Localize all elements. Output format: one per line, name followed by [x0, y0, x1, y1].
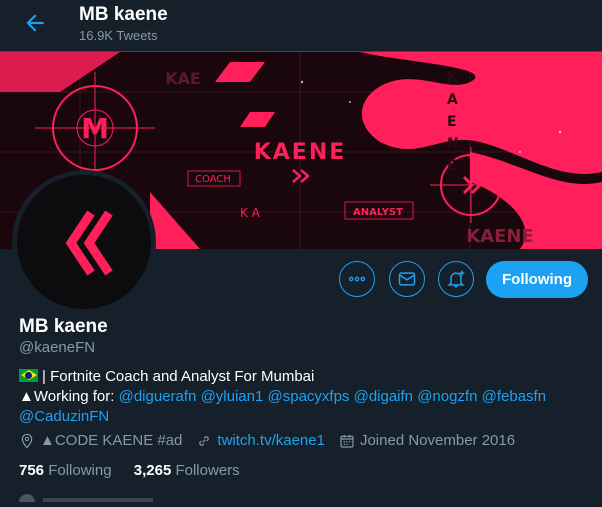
link-icon	[199, 435, 210, 446]
banner-bottom-text: KAENE	[466, 226, 534, 247]
followed-by-row	[19, 489, 219, 507]
more-button[interactable]	[339, 261, 375, 297]
location-pin-icon	[21, 433, 33, 449]
website-item: twitch.tv/kaene1	[196, 432, 325, 449]
page-title: MB kaene	[79, 4, 168, 25]
mention-link[interactable]: @yluian1	[201, 388, 264, 405]
joined-item: Joined November 2016	[339, 432, 515, 449]
banner-m-letter: M	[81, 112, 109, 145]
profile-handle: @kaeneFN	[19, 339, 96, 356]
location-item: ▲CODE KAENE #ad	[19, 432, 182, 449]
envelope-icon	[398, 272, 416, 286]
svg-text:K: K	[447, 70, 459, 86]
calendar-icon	[340, 434, 354, 448]
mention-link[interactable]: @spacyxfps	[268, 388, 350, 405]
notifications-button[interactable]	[438, 261, 474, 297]
avatar[interactable]	[12, 170, 156, 314]
profile-meta: ▲CODE KAENE #ad twitch.tv/kaene1 Joined …	[19, 432, 529, 449]
svg-text:E: E	[447, 158, 457, 174]
following-button[interactable]: Following	[486, 261, 588, 298]
banner-brand-text: KAENE	[254, 140, 347, 165]
profile-name: MB kaene	[19, 316, 108, 337]
top-bar: MB kaene 16.9K Tweets	[0, 0, 602, 52]
svg-text:A: A	[447, 92, 458, 108]
followers-count-link[interactable]: 3,265 Followers	[134, 462, 240, 479]
bio-line-2: ▲Working for: @diguerafn @yluian1 @spacy…	[19, 388, 547, 425]
mention-link[interactable]: @CaduzinFN	[19, 408, 109, 425]
bio-line-1: | Fortnite Coach and Analyst For Mumbai	[19, 367, 589, 387]
follow-counts: 756 Following 3,265 Followers	[19, 462, 258, 479]
banner-ka-letters: K A	[240, 206, 261, 220]
profile-bio: | Fortnite Coach and Analyst For Mumbai …	[19, 367, 589, 427]
mention-link[interactable]: @nogzfn	[417, 388, 477, 405]
svg-text:N: N	[447, 136, 459, 152]
back-arrow-icon[interactable]	[22, 10, 48, 36]
more-dots-icon	[348, 276, 366, 282]
mention-link[interactable]: @diguerafn	[119, 388, 197, 405]
bell-plus-icon	[447, 270, 465, 288]
svg-text:E: E	[447, 114, 457, 130]
avatar-image	[17, 175, 151, 309]
banner-coach-label: COACH	[195, 174, 231, 185]
following-count-link[interactable]: 756 Following	[19, 462, 112, 479]
tweet-count: 16.9K Tweets	[79, 28, 158, 43]
brazil-flag-icon	[19, 369, 38, 382]
mention-link[interactable]: @febasfn	[482, 388, 546, 405]
banner-ghost-kae: KAE	[165, 69, 201, 88]
mention-link[interactable]: @digaifn	[354, 388, 413, 405]
banner-analyst-label: ANALYST	[353, 207, 403, 218]
website-link[interactable]: twitch.tv/kaene1	[217, 432, 325, 449]
message-button[interactable]	[389, 261, 425, 297]
